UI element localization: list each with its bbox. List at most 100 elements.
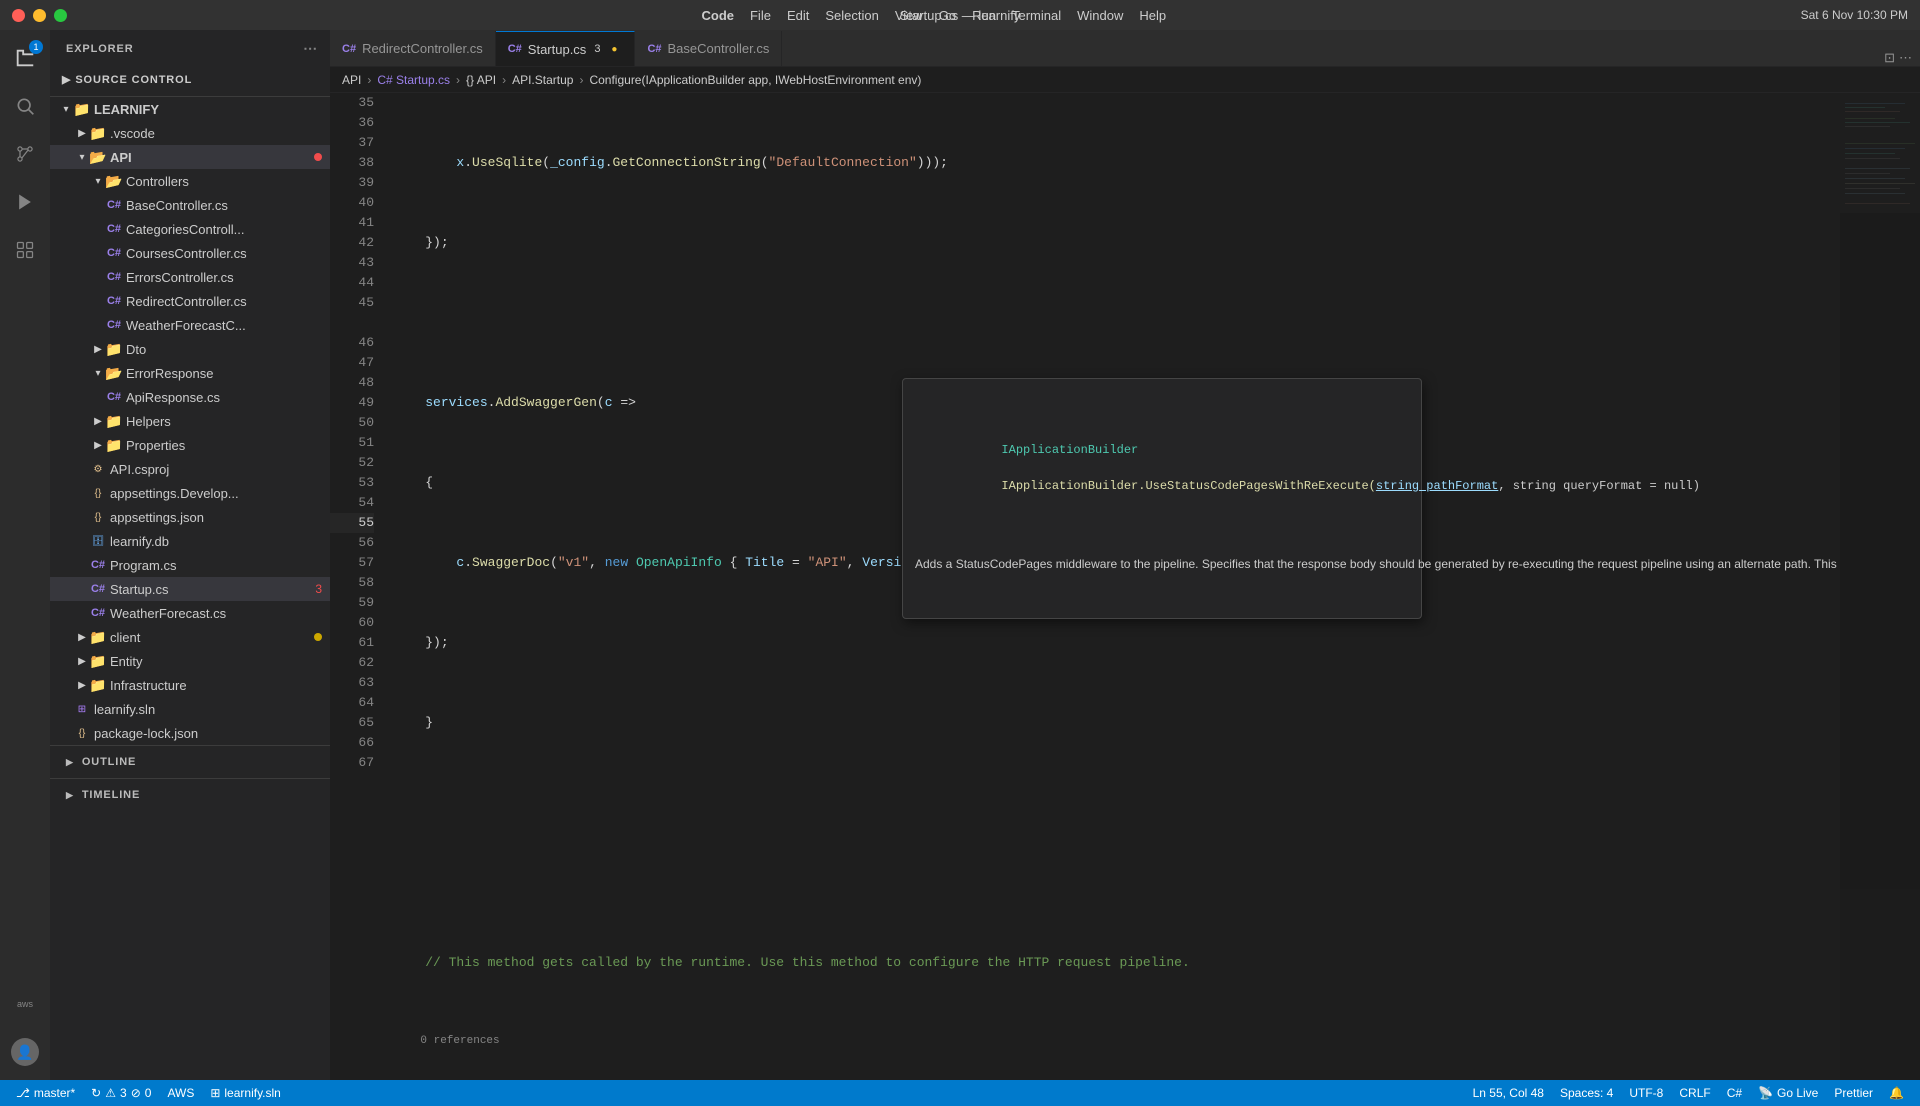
- timeline-label: TIMELINE: [82, 789, 140, 801]
- tree-entity[interactable]: ▶ 📁 Entity: [50, 649, 330, 673]
- menu-code[interactable]: Code: [701, 8, 734, 23]
- tab-redirectcontroller[interactable]: C# RedirectController.cs: [330, 31, 496, 66]
- menu-edit[interactable]: Edit: [787, 8, 809, 23]
- status-sync[interactable]: ↻ ⚠ 3 ⊘ 0: [83, 1080, 159, 1106]
- tree-program[interactable]: C# Program.cs: [50, 553, 330, 577]
- tree-categoriescontroller[interactable]: C# CategoriesControll...: [50, 217, 330, 241]
- outline-panel: ▶ OUTLINE: [50, 745, 330, 778]
- tree-sln[interactable]: ⊞ learnify.sln: [50, 697, 330, 721]
- bc-method[interactable]: Configure(IApplicationBuilder app, IWebH…: [589, 73, 921, 87]
- tree-redirectcontroller[interactable]: C# RedirectController.cs: [50, 289, 330, 313]
- tree-client[interactable]: ▶ 📁 client: [50, 625, 330, 649]
- tab1-label: RedirectController.cs: [362, 41, 483, 56]
- activity-explorer[interactable]: 1: [5, 38, 45, 78]
- tab1-icon: C#: [342, 43, 356, 55]
- helpers-label: Helpers: [126, 414, 330, 429]
- tree-infrastructure[interactable]: ▶ 📁 Infrastructure: [50, 673, 330, 697]
- status-prettier[interactable]: Prettier: [1826, 1086, 1881, 1100]
- status-encoding[interactable]: UTF-8: [1621, 1086, 1671, 1100]
- tree-helpers[interactable]: ▶ 📁 Helpers: [50, 409, 330, 433]
- tree-weathercontroller[interactable]: C# WeatherForecastC...: [50, 313, 330, 337]
- tree-startupcs[interactable]: C# Startup.cs 3: [50, 577, 330, 601]
- tooltip-method: IApplicationBuilder.UseStatusCodePagesWi…: [1001, 479, 1375, 493]
- tree-properties[interactable]: ▶ 📁 Properties: [50, 433, 330, 457]
- split-editor-icon[interactable]: ⊡: [1884, 50, 1895, 66]
- tree-errorresponse[interactable]: ▾ 📂 ErrorResponse: [50, 361, 330, 385]
- tree-learnifydb[interactable]: 🗄 learnify.db: [50, 529, 330, 553]
- prog-icon: C#: [90, 557, 106, 573]
- status-aws[interactable]: AWS: [159, 1080, 202, 1106]
- tree-vscode[interactable]: ▶ 📁 .vscode: [50, 121, 330, 145]
- encoding-label: UTF-8: [1629, 1086, 1663, 1100]
- traffic-lights[interactable]: [12, 9, 67, 22]
- go-live-label: Go Live: [1777, 1086, 1818, 1100]
- tab2-label: Startup.cs: [528, 42, 587, 57]
- editor-main-row: 35 36 37 38 39 40 41 42 43 44 45 46 47 4…: [330, 93, 1920, 1080]
- bc-ns[interactable]: {} API: [466, 73, 496, 87]
- status-spaces[interactable]: Spaces: 4: [1552, 1086, 1621, 1100]
- tree-errorscontroller[interactable]: C# ErrorsController.cs: [50, 265, 330, 289]
- more-icon[interactable]: ⋯: [1899, 50, 1912, 66]
- code-line-refs[interactable]: 0 references: [394, 1033, 1828, 1049]
- client-arrow: ▶: [74, 632, 90, 643]
- tab-startupcs[interactable]: C# Startup.cs 3 ●: [496, 31, 636, 66]
- tree-apiresponse[interactable]: C# ApiResponse.cs: [50, 385, 330, 409]
- tree-weatherforecast[interactable]: C# WeatherForecast.cs: [50, 601, 330, 625]
- prettier-label: Prettier: [1834, 1086, 1873, 1100]
- dto-icon: 📁: [106, 341, 122, 357]
- menu-file[interactable]: File: [750, 8, 771, 23]
- activity-extensions[interactable]: [5, 230, 45, 270]
- tree-appsettings-dev[interactable]: {} appsettings.Develop...: [50, 481, 330, 505]
- status-branch[interactable]: ⎇ master*: [8, 1080, 83, 1106]
- helpers-arrow: ▶: [90, 416, 106, 427]
- learnify-folder-icon: 📁: [74, 101, 90, 117]
- outline-header[interactable]: ▶ OUTLINE: [50, 752, 330, 772]
- status-line-ending[interactable]: CRLF: [1671, 1086, 1718, 1100]
- activity-remote[interactable]: aws: [5, 984, 45, 1024]
- activity-search[interactable]: [5, 86, 45, 126]
- bc-class[interactable]: API.Startup: [512, 73, 573, 87]
- source-control-header[interactable]: ▶ SOURCE CONTROL: [62, 69, 318, 90]
- activity-run[interactable]: [5, 182, 45, 222]
- minimap[interactable]: [1840, 93, 1920, 1080]
- tree-learnify-root[interactable]: ▾ 📁 LEARNIFY: [50, 97, 330, 121]
- status-position[interactable]: Ln 55, Col 48: [1465, 1086, 1552, 1100]
- minimize-button[interactable]: [33, 9, 46, 22]
- tree-dto[interactable]: ▶ 📁 Dto: [50, 337, 330, 361]
- activity-avatar[interactable]: 👤: [5, 1032, 45, 1072]
- tree-api[interactable]: ▾ 📂 API: [50, 145, 330, 169]
- tree-appsettings[interactable]: {} appsettings.json: [50, 505, 330, 529]
- close-button[interactable]: [12, 9, 25, 22]
- tree-coursescontroller[interactable]: C# CoursesController.cs: [50, 241, 330, 265]
- bc-api[interactable]: API: [342, 73, 361, 87]
- er-arrow: ▾: [90, 368, 106, 379]
- props-icon: 📁: [106, 437, 122, 453]
- tree-packagelock[interactable]: {} package-lock.json: [50, 721, 330, 745]
- code-editor[interactable]: x.UseSqlite(_config.GetConnectionString(…: [382, 93, 1840, 1080]
- aws-status: AWS: [167, 1086, 194, 1100]
- tree-controllers[interactable]: ▾ 📂 Controllers: [50, 169, 330, 193]
- errors-num: 3: [120, 1086, 127, 1100]
- menu-help[interactable]: Help: [1139, 8, 1166, 23]
- tab-basecontroller[interactable]: C# BaseController.cs: [635, 31, 782, 66]
- appdev-label: appsettings.Develop...: [110, 486, 330, 501]
- status-solution[interactable]: ⊞ learnify.sln: [202, 1080, 289, 1106]
- new-file-icon[interactable]: ⋯: [303, 40, 318, 57]
- maximize-button[interactable]: [54, 9, 67, 22]
- status-go-live[interactable]: 📡 Go Live: [1750, 1086, 1826, 1100]
- tree-apicsproj[interactable]: ⚙ API.csproj: [50, 457, 330, 481]
- tree-basecontroller[interactable]: C# BaseController.cs: [50, 193, 330, 217]
- explorer-header-icons[interactable]: ⋯: [303, 40, 318, 57]
- timeline-header[interactable]: ▶ TIMELINE: [50, 785, 330, 805]
- tab2-close[interactable]: ●: [606, 41, 622, 57]
- menu-window[interactable]: Window: [1077, 8, 1123, 23]
- er-label: ErrorResponse: [126, 366, 330, 381]
- status-language[interactable]: C#: [1719, 1086, 1750, 1100]
- bc-startup[interactable]: C# Startup.cs: [377, 73, 450, 87]
- code-line-43: [394, 793, 1828, 813]
- ar-icon: C#: [106, 389, 122, 405]
- menu-selection[interactable]: Selection: [825, 8, 878, 23]
- activity-source-control[interactable]: [5, 134, 45, 174]
- code-line-41: });: [394, 633, 1828, 653]
- status-bell[interactable]: 🔔: [1881, 1086, 1912, 1100]
